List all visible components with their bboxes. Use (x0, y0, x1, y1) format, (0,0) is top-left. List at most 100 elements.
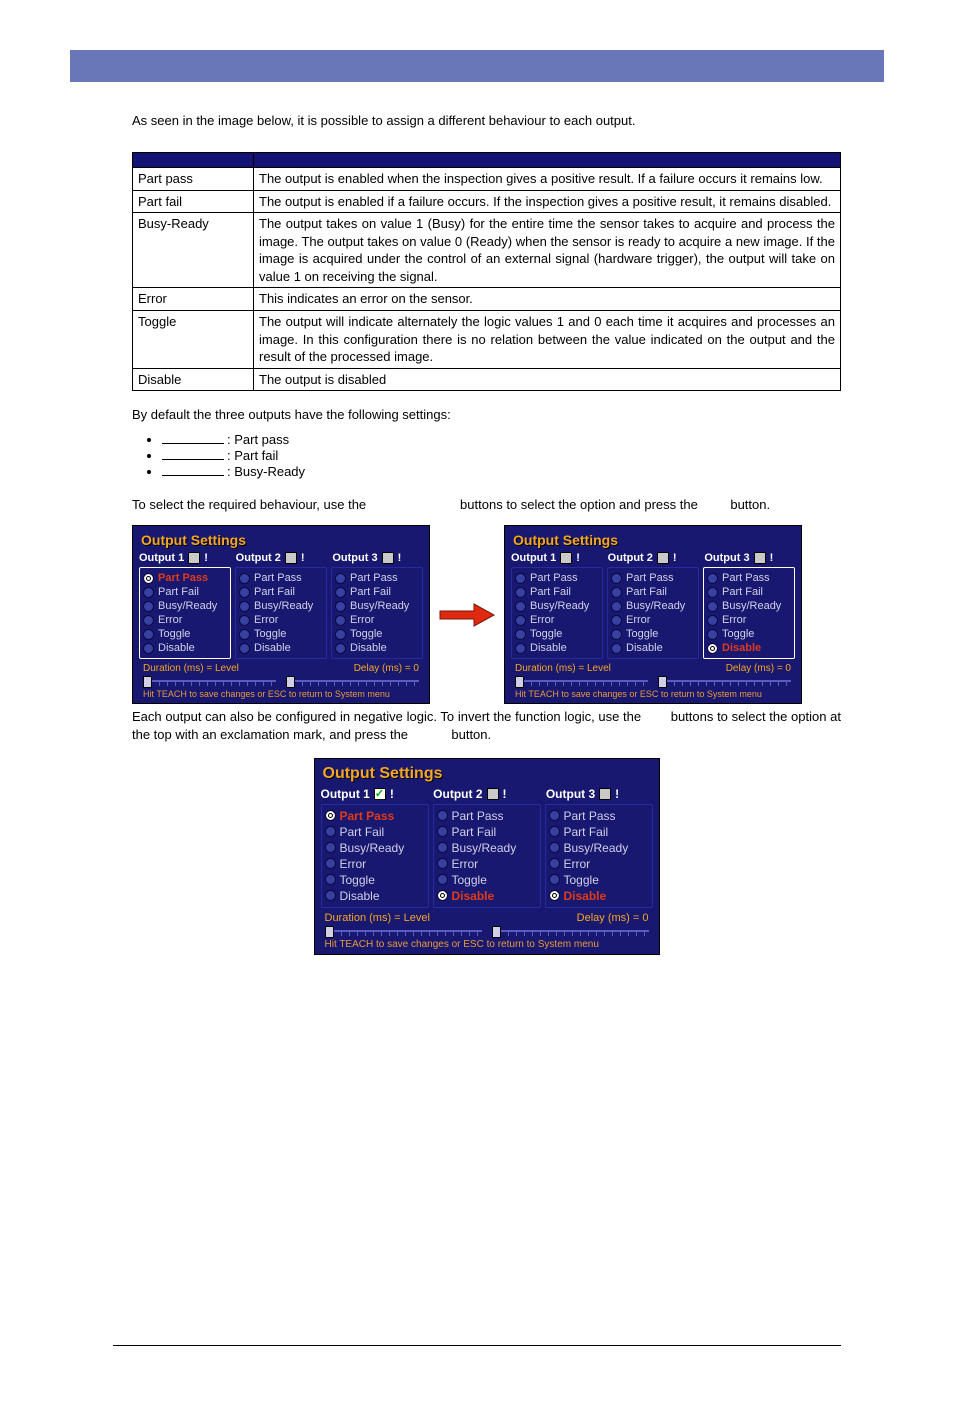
radio-option[interactable]: Part Fail (143, 585, 227, 599)
radio-option[interactable]: Busy/Ready (325, 840, 425, 856)
radio-option[interactable]: Toggle (707, 627, 791, 641)
radio-option[interactable]: Error (549, 856, 649, 872)
tab-output-2[interactable]: Output 2! (608, 552, 699, 564)
radio-option[interactable]: Part Fail (707, 585, 791, 599)
invert-icon[interactable]: ! (770, 552, 774, 564)
radio-option[interactable]: Part Pass (325, 808, 425, 824)
radio-option[interactable]: Part Pass (239, 571, 323, 585)
radio-label: Part Fail (722, 586, 763, 598)
slider[interactable] (658, 676, 791, 686)
radio-option[interactable]: Toggle (611, 627, 695, 641)
tab-output-2[interactable]: Output 2! (236, 552, 327, 564)
invert-icon[interactable]: ! (390, 787, 394, 801)
slider-thumb[interactable] (143, 676, 152, 688)
radio-option[interactable]: Disable (707, 641, 791, 655)
invert-icon[interactable]: ! (301, 552, 305, 564)
radio-option[interactable]: Busy/Ready (437, 840, 537, 856)
checkbox-icon[interactable] (382, 552, 394, 564)
radio-option[interactable]: Part Pass (437, 808, 537, 824)
radio-option[interactable]: Toggle (325, 872, 425, 888)
slider[interactable] (143, 676, 276, 686)
radio-option[interactable]: Disable (437, 888, 537, 904)
checkbox-icon[interactable] (657, 552, 669, 564)
radio-option[interactable]: Error (325, 856, 425, 872)
checkbox-icon[interactable] (188, 552, 200, 564)
slider-thumb[interactable] (492, 926, 501, 938)
checkbox-icon[interactable] (487, 788, 499, 800)
slider[interactable] (286, 676, 419, 686)
radio-option[interactable]: Busy/Ready (335, 599, 419, 613)
radio-option[interactable]: Error (515, 613, 599, 627)
radio-option[interactable]: Error (437, 856, 537, 872)
tab-output-1[interactable]: Output 1! (511, 552, 602, 564)
radio-option[interactable]: Busy/Ready (611, 599, 695, 613)
radio-option[interactable]: Part Pass (515, 571, 599, 585)
invert-icon[interactable]: ! (398, 552, 402, 564)
slider[interactable] (515, 676, 648, 686)
radio-option[interactable]: Error (611, 613, 695, 627)
radio-option[interactable]: Toggle (143, 627, 227, 641)
radio-option[interactable]: Part Pass (549, 808, 649, 824)
radio-option[interactable]: Part Pass (335, 571, 419, 585)
checkbox-icon[interactable] (374, 788, 386, 800)
radio-option[interactable]: Disable (515, 641, 599, 655)
radio-label: Error (254, 614, 278, 626)
radio-option[interactable]: Part Pass (707, 571, 791, 585)
radio-option[interactable]: Toggle (515, 627, 599, 641)
radio-option[interactable]: Busy/Ready (239, 599, 323, 613)
radio-label: Disable (564, 889, 607, 903)
tab-output-3[interactable]: Output 3! (704, 552, 795, 564)
checkbox-icon[interactable] (285, 552, 297, 564)
slider[interactable] (492, 926, 649, 936)
radio-option[interactable]: Busy/Ready (143, 599, 227, 613)
slider-thumb[interactable] (325, 926, 334, 938)
radio-option[interactable]: Error (335, 613, 419, 627)
slider[interactable] (325, 926, 482, 936)
tab-label: Output 3 (332, 552, 377, 564)
radio-option[interactable]: Error (239, 613, 323, 627)
radio-option[interactable]: Error (707, 613, 791, 627)
radio-option[interactable]: Disable (325, 888, 425, 904)
tab-output-1[interactable]: Output 1! (139, 552, 230, 564)
radio-option[interactable]: Error (143, 613, 227, 627)
radio-icon (707, 587, 718, 598)
tab-output-3[interactable]: Output 3! (546, 787, 653, 801)
checkbox-icon[interactable] (754, 552, 766, 564)
radio-option[interactable]: Busy/Ready (515, 599, 599, 613)
radio-option[interactable]: Disable (239, 641, 323, 655)
radio-option[interactable]: Part Fail (611, 585, 695, 599)
invert-icon[interactable]: ! (503, 787, 507, 801)
radio-option[interactable]: Part Fail (437, 824, 537, 840)
radio-option[interactable]: Part Fail (325, 824, 425, 840)
checkbox-icon[interactable] (560, 552, 572, 564)
radio-option[interactable]: Part Pass (143, 571, 227, 585)
tab-output-1[interactable]: Output 1! (321, 787, 428, 801)
radio-option[interactable]: Busy/Ready (707, 599, 791, 613)
invert-icon[interactable]: ! (673, 552, 677, 564)
radio-option[interactable]: Disable (549, 888, 649, 904)
radio-option[interactable]: Disable (335, 641, 419, 655)
invert-icon[interactable]: ! (204, 552, 208, 564)
radio-option[interactable]: Part Pass (611, 571, 695, 585)
radio-option[interactable]: Disable (143, 641, 227, 655)
radio-option[interactable]: Toggle (437, 872, 537, 888)
slider-thumb[interactable] (286, 676, 295, 688)
radio-label: Disable (626, 642, 663, 654)
tab-output-3[interactable]: Output 3! (332, 552, 423, 564)
radio-option[interactable]: Part Fail (239, 585, 323, 599)
invert-icon[interactable]: ! (615, 787, 619, 801)
radio-label: Busy/Ready (158, 600, 217, 612)
radio-option[interactable]: Toggle (239, 627, 323, 641)
slider-thumb[interactable] (658, 676, 667, 688)
invert-icon[interactable]: ! (576, 552, 580, 564)
checkbox-icon[interactable] (599, 788, 611, 800)
tab-output-2[interactable]: Output 2! (433, 787, 540, 801)
radio-option[interactable]: Part Fail (335, 585, 419, 599)
radio-option[interactable]: Toggle (549, 872, 649, 888)
radio-option[interactable]: Busy/Ready (549, 840, 649, 856)
slider-thumb[interactable] (515, 676, 524, 688)
radio-option[interactable]: Disable (611, 641, 695, 655)
radio-option[interactable]: Toggle (335, 627, 419, 641)
radio-option[interactable]: Part Fail (549, 824, 649, 840)
radio-option[interactable]: Part Fail (515, 585, 599, 599)
